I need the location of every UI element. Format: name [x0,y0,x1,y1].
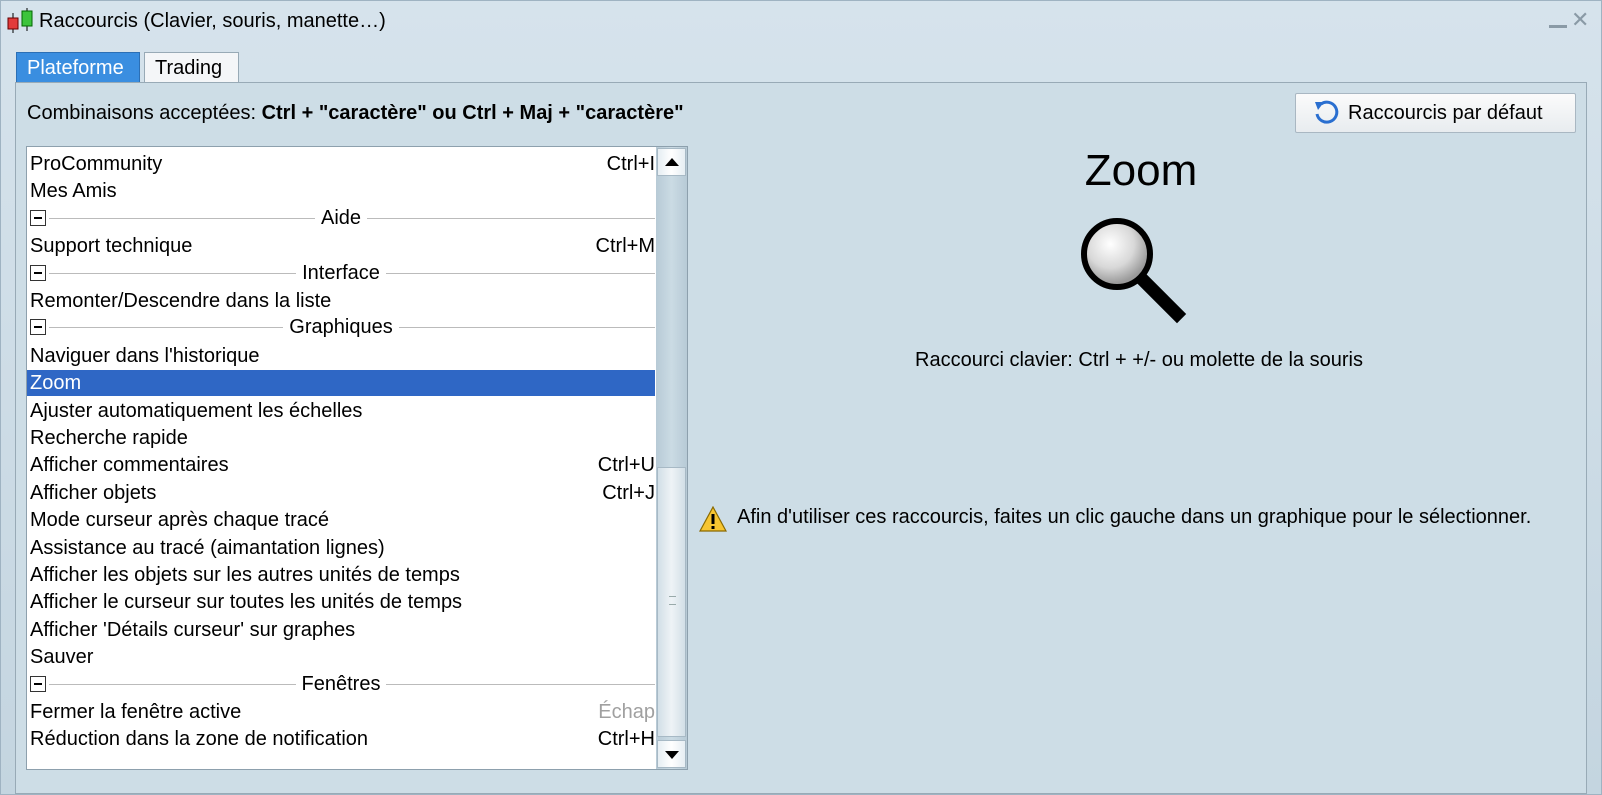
group-header[interactable]: Interface [27,261,655,287]
item-label: ProCommunity [30,153,163,175]
list-item[interactable]: Remonter/Descendre dans la liste [27,288,655,314]
item-shortcut: Ctrl+U [597,454,655,477]
keyboard-shortcut-info: Raccourci clavier: Ctrl + +/- ou molette… [915,349,1363,371]
list-item[interactable]: Réduction dans la zone de notification Ct… [27,726,655,752]
group-label-wrap: Interface [27,261,655,285]
list-item[interactable]: Support technique Ctrl+M [27,233,655,259]
list-item[interactable]: Naviguer dans l'historique [27,343,655,369]
list-item[interactable]: Mode curseur après chaque tracé [27,507,655,533]
group-header[interactable]: Graphiques [27,315,655,341]
detail-title: Zoom [1084,146,1198,195]
candlestick-app-icon [7,8,33,33]
list-item[interactable]: Afficher 'Détails curseur' sur graphes [27,617,655,643]
group-label: Graphiques [283,316,399,339]
close-button[interactable]: ✕ [1571,9,1589,31]
item-label: Afficher objets [30,481,157,504]
item-label: Recherche rapide [30,427,188,449]
item-label: Assistance au tracé (aimantation lignes) [30,536,385,559]
item-label: Mode curseur après chaque tracé [30,509,330,532]
scroll-grip-icon [669,596,676,605]
list-item[interactable]: Sauver [27,644,655,670]
tab-trading[interactable]: Trading [144,52,239,82]
refresh-icon [1315,100,1339,124]
list-item[interactable]: Afficher les objets sur les autres unité… [27,562,655,588]
item-label: Réduction dans la zone de notification [30,728,369,751]
item-label: Remonter/Descendre dans la liste [30,290,332,312]
item-label: Sauver [30,646,94,669]
shortcut-list[interactable]: ProCommunity Ctrl+I Mes Amis Aide Support te… [26,146,688,770]
list-item[interactable]: Afficher le curseur sur toutes les unité… [27,589,655,615]
hint-combos: Ctrl + "caractère" ou Ctrl + Maj + "cara… [261,102,684,124]
item-shortcut: Ctrl+I [606,153,655,175]
list-item[interactable]: Ajuster automatiquement les échelles [27,398,655,424]
warning-icon [699,506,727,532]
group-label-wrap: Aide [27,206,655,230]
group-label: Interface [296,261,386,284]
collapse-minus-icon[interactable] [30,319,46,336]
list-item[interactable]: Afficher objets Ctrl+J [27,480,655,506]
collapse-minus-icon[interactable] [30,209,46,226]
item-label: Mes Amis [30,180,117,203]
item-shortcut: Ctrl+J [602,481,655,504]
list-item[interactable]: Fermer la fenêtre active Échap [27,699,655,725]
list-item-selected[interactable]: Zoom [27,370,655,397]
title-bar: Raccourcis (Clavier, souris, manette…) ✕ [1,1,1601,39]
collapse-minus-icon[interactable] [30,264,46,281]
collapse-minus-icon[interactable] [30,675,46,692]
item-label: Afficher le curseur sur toutes les unité… [30,591,463,614]
group-header[interactable]: Fenêtres [27,672,655,698]
default-shortcuts-button[interactable]: Raccourcis par défaut [1295,93,1576,133]
item-label: Afficher les objets sur les autres unité… [30,564,460,586]
group-label-wrap: Graphiques [27,316,655,339]
default-shortcuts-label: Raccourcis par défaut [1348,102,1543,124]
item-label: Support technique [30,235,193,258]
item-label: Naviguer dans l'historique [30,344,260,367]
item-label: Fermer la fenêtre active [30,701,242,723]
list-item[interactable]: Mes Amis [27,178,655,204]
item-shortcut: Ctrl+M [595,235,655,258]
scroll-up-button[interactable] [657,148,686,176]
magnifier-icon [1081,218,1187,324]
tab-plateforme[interactable]: Plateforme [16,52,140,82]
window-title: Raccourcis (Clavier, souris, manette…) [39,10,386,32]
item-shortcut: Ctrl+H [597,728,655,751]
group-header[interactable]: Aide [27,206,655,232]
item-shortcut: Échap [598,701,655,723]
list-item[interactable]: Recherche rapide [27,425,655,451]
scroll-thumb[interactable] [657,467,686,737]
scroll-down-button[interactable] [657,740,686,768]
list-item[interactable]: Afficher commentaires Ctrl+U [27,452,655,478]
warning-text: Afin d'utiliser ces raccourcis, faites u… [737,506,1532,528]
item-label: Zoom [30,372,82,395]
group-label: Fenêtres [295,672,387,695]
item-label: Afficher 'Détails curseur' sur graphes [30,618,356,641]
partial-row [27,147,655,149]
list-scrollbar[interactable] [656,147,687,769]
item-label: Afficher commentaires [30,454,229,477]
item-label: Ajuster automatiquement les échelles [30,399,363,422]
list-item[interactable]: ProCommunity Ctrl+I [27,151,655,177]
group-label: Aide [314,206,368,229]
group-label-wrap: Fenêtres [27,672,655,696]
list-item[interactable]: Assistance au tracé (aimantation lignes) [27,535,655,561]
minimize-button[interactable] [1549,25,1567,28]
hint-prefix: Combinaisons acceptées: [27,102,262,124]
shortcuts-window: Raccourcis (Clavier, souris, manette…) ✕… [0,0,1602,795]
accepted-combinations-hint: Combinaisons acceptées: Ctrl + "caractèr… [27,102,684,125]
